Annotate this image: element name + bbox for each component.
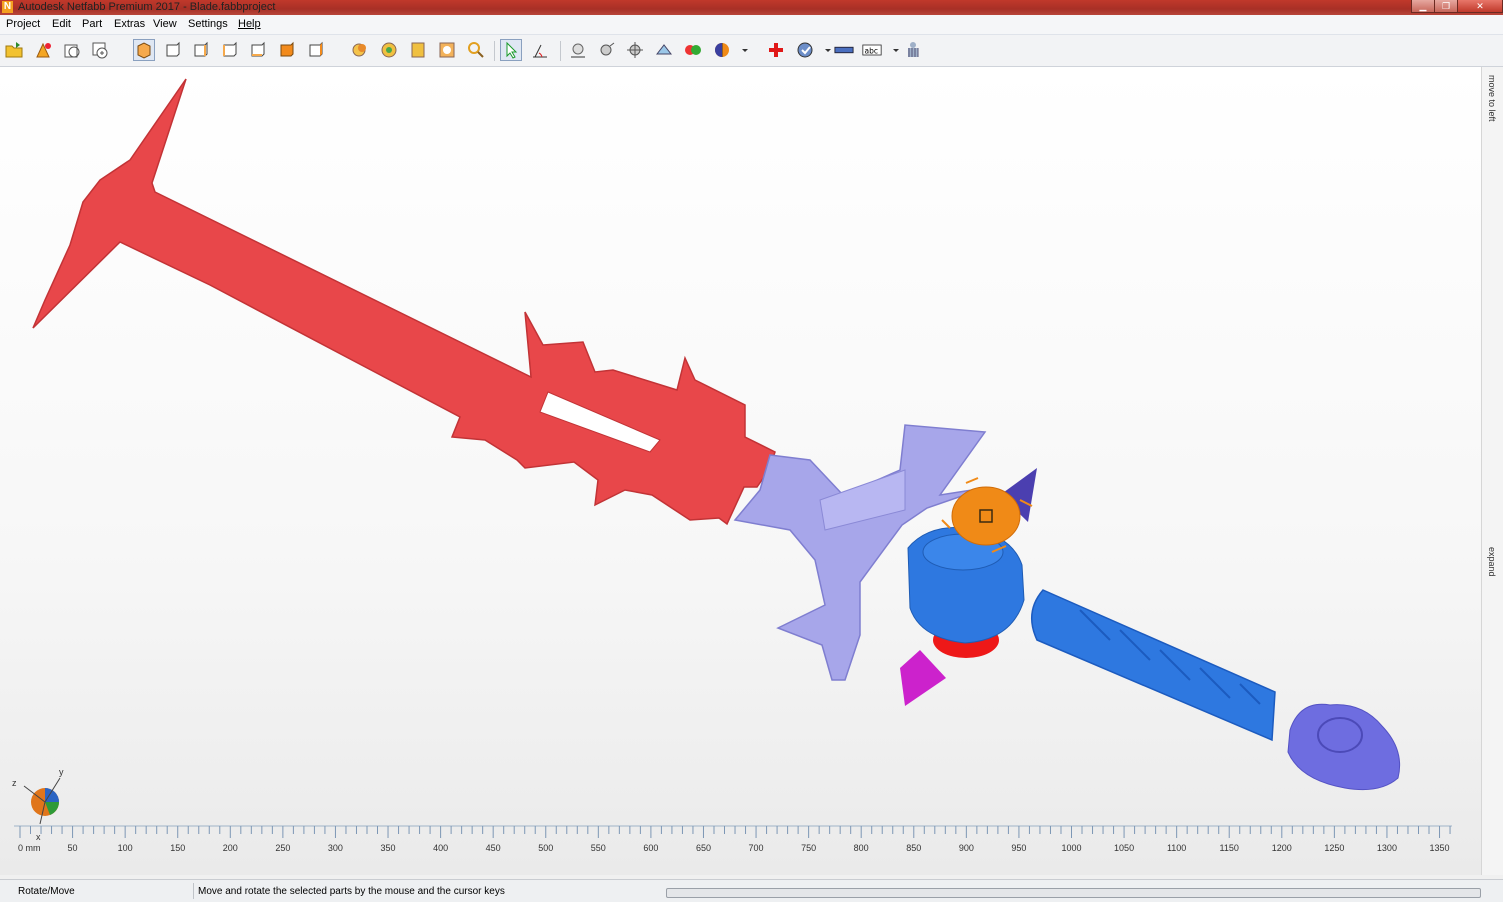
- blade-part[interactable]: [32, 78, 776, 526]
- boolean-icon[interactable]: [683, 40, 703, 60]
- ruler-tick-label: 1100: [1166, 843, 1187, 853]
- window-title: Autodesk Netfabb Premium 2017 - Blade.fa…: [18, 1, 276, 13]
- view-default-icon[interactable]: [133, 39, 155, 61]
- ruler-tick-label: 50: [67, 843, 78, 853]
- svg-text:abc: abc: [865, 46, 878, 55]
- open-project-icon[interactable]: [4, 40, 24, 60]
- ruler-tick-label: 750: [801, 843, 817, 853]
- viewport-3d[interactable]: z y x 0 mm 50 100 150 200 250 300 350 400 450 500…: [0, 67, 1481, 875]
- ruler-tick-label: 450: [485, 843, 501, 853]
- ruler-tick-label: 900: [958, 843, 974, 853]
- expand-button[interactable]: expand: [1487, 547, 1497, 577]
- add-part-icon[interactable]: [33, 40, 53, 60]
- zoom-all-icon[interactable]: [379, 40, 399, 60]
- place-on-platform-icon[interactable]: [568, 40, 588, 60]
- ruler-tick-label: 400: [433, 843, 449, 853]
- menu-settings[interactable]: Settings: [188, 18, 228, 30]
- cut-dropdown-icon[interactable]: [735, 40, 748, 60]
- ruler-tick-label: 500: [538, 843, 554, 853]
- menu-view[interactable]: View: [153, 18, 177, 30]
- menu-project[interactable]: Project: [6, 18, 40, 30]
- move-to-left-button[interactable]: move to left: [1487, 75, 1497, 122]
- status-bar: Rotate/Move Move and rotate the selected…: [0, 879, 1503, 902]
- ruler-tick-label: 1050: [1114, 843, 1135, 853]
- ruler-tick-label: 950: [1011, 843, 1027, 853]
- collar-part[interactable]: [907, 526, 1025, 644]
- duplicate-part-icon[interactable]: [90, 40, 110, 60]
- axis-label-x: x: [36, 832, 41, 842]
- zoom-platform-icon[interactable]: [408, 40, 428, 60]
- minimize-button[interactable]: ▁: [1411, 0, 1435, 13]
- view-back-icon[interactable]: [191, 40, 211, 60]
- zoom-parts-icon[interactable]: [437, 40, 457, 60]
- move-parts-icon[interactable]: [625, 40, 645, 60]
- measure-angle-icon[interactable]: [530, 40, 550, 60]
- ruler-tick-label: 600: [643, 843, 659, 853]
- zoom-icon[interactable]: [466, 40, 486, 60]
- ruler-tick-label: 550: [590, 843, 606, 853]
- menu-part[interactable]: Part: [82, 18, 102, 30]
- ruler-tick-label: 150: [170, 843, 186, 853]
- gem-part-2[interactable]: [900, 650, 946, 706]
- ruler-unit-label: 0 mm: [18, 843, 41, 853]
- select-cursor-icon[interactable]: [500, 39, 522, 61]
- menu-bar: Project Edit Part Extras View Settings H…: [0, 15, 1503, 35]
- analysis-icon[interactable]: [795, 40, 815, 60]
- horizontal-scrollbar[interactable]: [666, 888, 1481, 898]
- scale-parts-icon[interactable]: [654, 40, 674, 60]
- ruler-tick-label: 100: [117, 843, 133, 853]
- status-hint: Move and rotate the selected parts by th…: [198, 886, 505, 897]
- view-right-icon[interactable]: [248, 40, 268, 60]
- side-panel-strip: move to left expand: [1481, 67, 1503, 875]
- grip-part[interactable]: [1031, 589, 1276, 742]
- repair-icon[interactable]: [766, 40, 786, 60]
- label-text-icon[interactable]: abc: [862, 40, 886, 60]
- app-icon: N: [2, 1, 13, 13]
- ruler-tick-label: 1000: [1061, 843, 1082, 853]
- pommel-part[interactable]: [1287, 703, 1401, 791]
- ruler-tick-label: 700: [748, 843, 764, 853]
- menu-help[interactable]: Help: [238, 18, 261, 30]
- new-part-icon[interactable]: [62, 40, 82, 60]
- ruler-tick-label: 1250: [1324, 843, 1345, 853]
- zoom-selection-icon[interactable]: [350, 40, 370, 60]
- analysis-dropdown-icon[interactable]: [818, 40, 831, 60]
- ruler-tick-label: 650: [695, 843, 711, 853]
- ruler-ticks: [19, 826, 1451, 838]
- title-bar: N Autodesk Netfabb Premium 2017 - Blade.…: [0, 0, 1503, 15]
- menu-extras[interactable]: Extras: [114, 18, 145, 30]
- toolbar: abc: [0, 35, 1503, 67]
- ruler-tick-label: 850: [906, 843, 922, 853]
- view-bottom-icon[interactable]: [306, 40, 326, 60]
- view-front-icon[interactable]: [163, 40, 183, 60]
- view-top-icon[interactable]: [277, 40, 297, 60]
- ruler-tick-label: 300: [327, 843, 343, 853]
- axis-gizmo: [23, 777, 61, 825]
- ruler-tick-label: 1300: [1376, 843, 1397, 853]
- maximize-button[interactable]: ❐: [1434, 0, 1458, 13]
- support-icon[interactable]: [903, 40, 923, 60]
- axis-label-z: z: [12, 778, 17, 788]
- status-mode: Rotate/Move: [18, 886, 75, 897]
- ruler-tick-label: 1350: [1429, 843, 1450, 853]
- menu-edit[interactable]: Edit: [52, 18, 71, 30]
- ruler-tick-label: 800: [853, 843, 869, 853]
- label-dropdown-icon[interactable]: [886, 40, 899, 60]
- ruler-tick-label: 1200: [1271, 843, 1292, 853]
- view-left-icon[interactable]: [220, 40, 240, 60]
- align-icon[interactable]: [597, 40, 617, 60]
- axis-label-y: y: [59, 767, 64, 777]
- ruler-tick-label: 250: [275, 843, 291, 853]
- ruler-tick-label: 350: [380, 843, 396, 853]
- close-button[interactable]: ✕: [1457, 0, 1503, 13]
- ruler-tick-label: 200: [222, 843, 238, 853]
- ruler-tool-icon[interactable]: [834, 40, 856, 60]
- ruler-tick-label: 1150: [1219, 843, 1239, 853]
- cut-icon[interactable]: [712, 40, 732, 60]
